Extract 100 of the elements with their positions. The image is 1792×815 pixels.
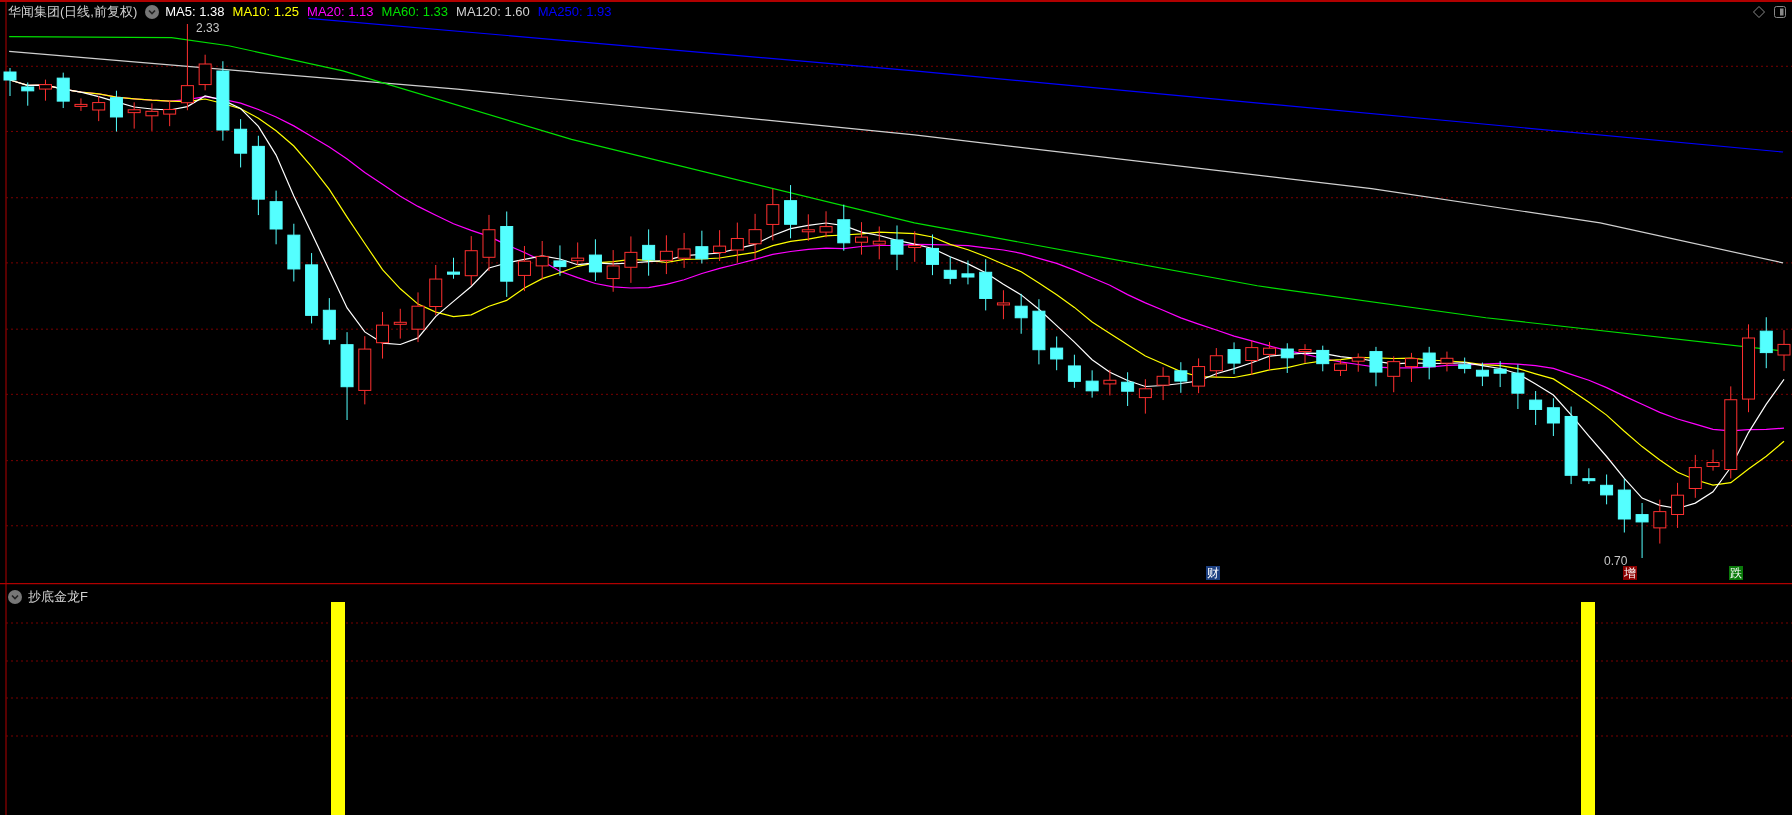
- candlestick: [1706, 449, 1720, 472]
- candlestick: [730, 222, 744, 264]
- candlestick: [624, 235, 638, 284]
- candlestick: [1156, 366, 1170, 401]
- candlestick: [1600, 474, 1614, 505]
- candlestick: [198, 54, 212, 91]
- candlestick: [1280, 342, 1294, 374]
- indicator-title: 抄底金龙F: [28, 589, 88, 605]
- candlestick: [163, 100, 177, 127]
- candlestick: [1493, 360, 1507, 388]
- candlestick: [287, 223, 301, 282]
- candlestick: [21, 81, 35, 107]
- candlestick: [1422, 346, 1436, 380]
- candlestick: [819, 210, 833, 238]
- candlestick: [801, 213, 815, 242]
- candlestick: [695, 230, 709, 264]
- moving-average-value: MA250: 1.93: [537, 4, 612, 20]
- candlestick: [588, 238, 602, 282]
- candlestick: [1121, 371, 1135, 407]
- candlestick: [1138, 378, 1152, 415]
- candlestick: [358, 335, 372, 405]
- candlestick: [1617, 478, 1631, 533]
- moving-average-value: MA60: 1.33: [381, 4, 449, 20]
- candlestick: [1653, 499, 1667, 545]
- candlestick: [74, 97, 88, 112]
- event-marker[interactable]: 跌: [1729, 566, 1743, 580]
- candlestick: [642, 228, 656, 277]
- candlestick: [1050, 336, 1064, 371]
- candlestick: [535, 240, 549, 280]
- candlestick: [1369, 346, 1383, 387]
- candlestick: [145, 102, 159, 132]
- candlestick: [837, 204, 851, 252]
- candlestick: [127, 101, 141, 130]
- candlestick: [322, 297, 336, 345]
- moving-average-value: MA5: 1.38: [165, 4, 225, 20]
- dropdown-icon[interactable]: [8, 590, 22, 604]
- candlestick: [482, 214, 496, 272]
- candlestick: [1387, 355, 1401, 393]
- candlestick: [1404, 352, 1418, 383]
- candlestick: [1529, 390, 1543, 426]
- moving-average-value: MA10: 1.25: [232, 4, 300, 20]
- candlestick: [855, 221, 868, 256]
- candlestick: [1263, 341, 1277, 371]
- candlestick: [872, 225, 886, 260]
- candlestick: [39, 79, 52, 102]
- candlestick: [943, 256, 957, 285]
- candlestick: [517, 245, 531, 292]
- candlestick: [464, 235, 478, 286]
- candlestick: [1334, 359, 1347, 377]
- candlestick: [3, 67, 17, 97]
- candlestick: [748, 213, 762, 260]
- candlestick: [1351, 352, 1365, 373]
- candlestick: [1298, 343, 1312, 364]
- candlestick: [1671, 482, 1685, 529]
- candlestick: [1227, 341, 1241, 375]
- panel-toggle-icon[interactable]: [1774, 6, 1786, 18]
- candlestick: [996, 289, 1010, 320]
- candlestick: [1209, 347, 1223, 378]
- candlestick: [1688, 454, 1702, 499]
- candlestick: [784, 184, 798, 239]
- candlestick: [429, 264, 443, 316]
- candlestick: [269, 190, 283, 245]
- candlestick: [447, 257, 460, 280]
- candlestick: [659, 234, 673, 275]
- candlestick: [1245, 340, 1259, 376]
- moving-average-value: MA20: 1.13: [307, 4, 374, 20]
- candlestick: [1316, 345, 1330, 372]
- stock-title: 华闻集团(日线,前复权): [8, 4, 138, 20]
- event-marker[interactable]: 财: [1206, 566, 1220, 580]
- candlestick: [1546, 397, 1560, 437]
- candlestick: [606, 249, 620, 293]
- candlestick: [713, 229, 727, 262]
- candlestick: [1085, 369, 1099, 399]
- candlestick: [1032, 298, 1046, 365]
- candlestick: [553, 244, 567, 277]
- dropdown-icon[interactable]: [145, 5, 160, 19]
- event-marker[interactable]: 增: [1623, 566, 1637, 580]
- high-price-label: 2.33: [196, 21, 220, 35]
- candlestick: [890, 224, 904, 271]
- low-price-label: 0.70: [1604, 554, 1628, 568]
- candlestick: [979, 258, 993, 311]
- candlestick: [766, 188, 780, 241]
- candlestick: [234, 118, 248, 168]
- candlestick: [961, 259, 975, 285]
- candlestick: [926, 233, 939, 276]
- candlestick: [305, 252, 319, 324]
- candlestick: [1511, 364, 1525, 410]
- candlestick: [1014, 293, 1028, 335]
- candlestick: [109, 90, 123, 133]
- candlestick: [1103, 369, 1117, 396]
- candlestick: [411, 291, 425, 343]
- candlestick: [376, 311, 390, 360]
- candlestick: [393, 308, 407, 340]
- candlestick: [1759, 316, 1773, 369]
- candlestick: [1192, 357, 1206, 394]
- candlestick: [908, 230, 922, 263]
- candlestick: [1475, 362, 1489, 387]
- candlestick: [1582, 467, 1596, 485]
- candlestick: [92, 95, 106, 122]
- candlestick: [1174, 361, 1188, 394]
